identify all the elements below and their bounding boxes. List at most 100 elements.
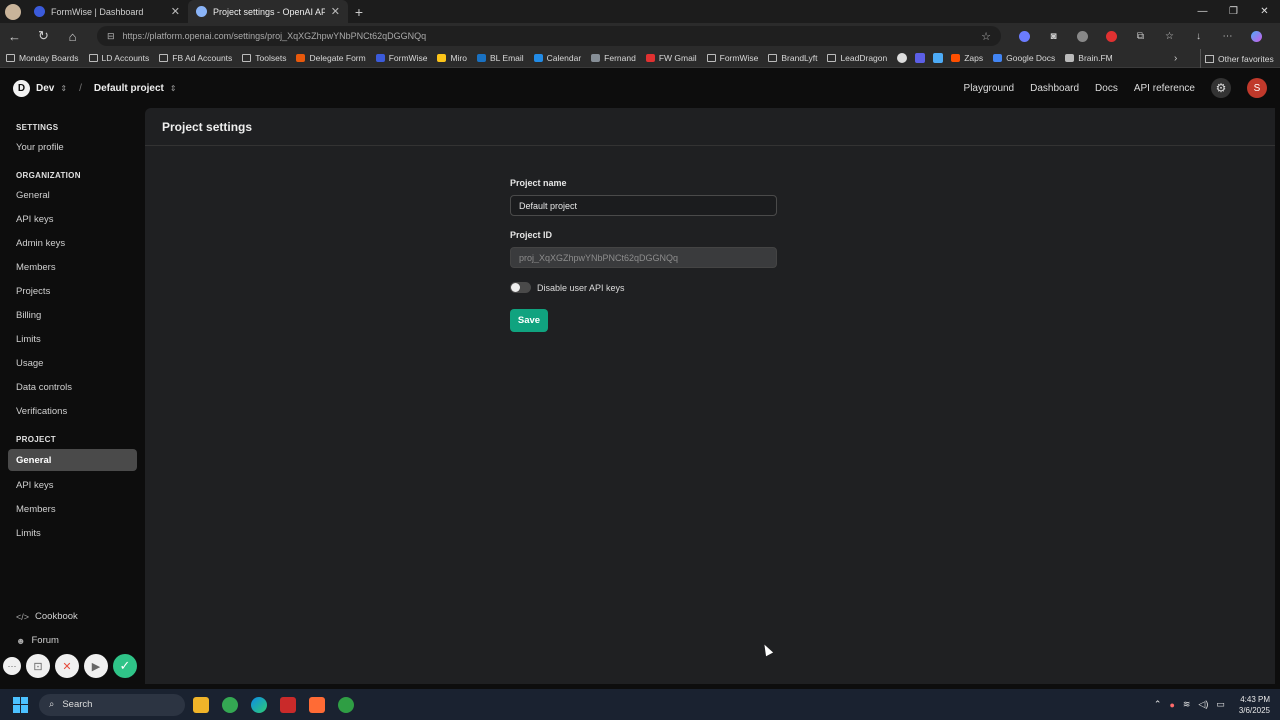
green-app-icon[interactable] xyxy=(338,696,354,713)
bookmark-label: Delegate Form xyxy=(309,53,366,63)
bookmark-monday-boards[interactable]: Monday Boards xyxy=(6,53,79,63)
monday-icon[interactable] xyxy=(309,696,325,713)
bookmarks-overflow-chevron-icon[interactable]: › xyxy=(1174,49,1177,68)
sidebar-item-org-api-keys[interactable]: API keys xyxy=(0,207,145,231)
bookmark-google-docs[interactable]: Google Docs xyxy=(993,53,1055,63)
sidebar-item-project-api-keys[interactable]: API keys xyxy=(0,473,145,497)
favorites-icon[interactable]: ☆ xyxy=(1155,26,1184,46)
sidebar-item-billing[interactable]: Billing xyxy=(0,303,145,327)
camera-icon[interactable]: ◙ xyxy=(1039,26,1068,46)
bookmark-toolsets[interactable]: Toolsets xyxy=(242,53,286,63)
bookmark-zaps[interactable]: Zaps xyxy=(951,53,983,63)
browser-tab-openai[interactable]: Project settings - OpenAI API ✕ xyxy=(188,0,348,23)
chrome-icon[interactable] xyxy=(222,696,238,713)
wifi-icon[interactable]: ≋ xyxy=(1183,699,1191,710)
chevron-updown-icon[interactable]: ⇕ xyxy=(60,84,67,93)
extension-icon[interactable] xyxy=(1068,26,1097,46)
bookmark-brandlyft[interactable]: BrandLyft xyxy=(768,53,817,63)
file-explorer-icon[interactable] xyxy=(193,696,209,713)
bookmark-fernand[interactable]: Fernand xyxy=(591,53,636,63)
sidebar-item-project-members[interactable]: Members xyxy=(0,497,145,521)
slash-bookmark-icon[interactable] xyxy=(933,53,944,63)
back-icon[interactable]: ← xyxy=(0,23,29,49)
bookmark-fw-gmail[interactable]: FW Gmail xyxy=(645,53,697,63)
chevron-updown-icon[interactable]: ⇕ xyxy=(170,84,177,93)
s-bookmark-icon[interactable] xyxy=(915,53,926,63)
nav-docs[interactable]: Docs xyxy=(1095,83,1118,94)
favorite-star-icon[interactable]: ☆ xyxy=(981,30,991,43)
nav-dashboard[interactable]: Dashboard xyxy=(1030,83,1079,94)
close-window-icon[interactable]: ✕ xyxy=(1249,0,1280,23)
sidebar-link-cookbook[interactable]: </> Cookbook xyxy=(16,611,78,622)
workspace-switcher[interactable]: Dev xyxy=(36,83,54,94)
windows-start-icon[interactable] xyxy=(13,696,29,713)
more-options-icon[interactable]: ⋯ xyxy=(3,657,21,675)
browser-profile-button[interactable] xyxy=(0,0,26,23)
sidebar-item-org-limits[interactable]: Limits xyxy=(0,327,145,351)
browser-tab-formwise[interactable]: FormWise | Dashboard ✕ xyxy=(26,0,188,23)
play-step-icon[interactable]: ▶ xyxy=(84,654,108,678)
more-menu-icon[interactable]: ⋯ xyxy=(1213,26,1242,46)
sidebar-item-usage[interactable]: Usage xyxy=(0,351,145,375)
copilot-icon[interactable] xyxy=(1242,26,1271,46)
bookmark-label: Brain.FM xyxy=(1078,53,1113,63)
bookmark-bl-email[interactable]: BL Email xyxy=(476,53,524,63)
sidebar-item-verifications[interactable]: Verifications xyxy=(0,399,145,423)
sidebar-item-admin-keys[interactable]: Admin keys xyxy=(0,231,145,255)
bookmark-leaddragon[interactable]: LeadDragon xyxy=(827,53,887,63)
volume-icon[interactable]: ◁) xyxy=(1198,699,1208,710)
bookmark-delegate-form[interactable]: Delegate Form xyxy=(296,53,366,63)
close-tab-icon[interactable]: ✕ xyxy=(171,5,180,18)
user-avatar[interactable]: S xyxy=(1247,78,1267,98)
site-info-icon[interactable]: ⊟ xyxy=(107,31,115,42)
sidebar-item-org-general[interactable]: General xyxy=(0,183,145,207)
home-icon[interactable]: ⌂ xyxy=(58,23,87,49)
bookmark-ld-accounts[interactable]: LD Accounts xyxy=(88,53,149,63)
bookmark-formwise[interactable]: FormWise xyxy=(375,53,427,63)
bookmark-formwise-folder[interactable]: FormWise xyxy=(706,53,758,63)
extensions-puzzle-icon[interactable]: ⧉ xyxy=(1126,26,1155,46)
chatgpt-bookmark-icon[interactable] xyxy=(897,53,908,63)
refresh-icon[interactable]: ↻ xyxy=(29,23,58,49)
taskbar-search[interactable]: ⌕ Search xyxy=(39,693,185,716)
address-bar[interactable]: ⊟ https://platform.openai.com/settings/p… xyxy=(97,26,1001,46)
settings-gear-icon[interactable]: ⚙ xyxy=(1211,78,1231,98)
sidebar-item-org-members[interactable]: Members xyxy=(0,255,145,279)
bookmark-calendar[interactable]: Calendar xyxy=(533,53,581,63)
sidebar-section-organization: ORGANIZATION xyxy=(16,171,81,180)
bookmark-fb-ad-accounts[interactable]: FB Ad Accounts xyxy=(159,53,232,63)
new-tab-button[interactable]: + xyxy=(348,0,370,23)
sidebar-link-forum[interactable]: ☻ Forum xyxy=(16,635,59,646)
edge-icon[interactable] xyxy=(251,696,267,713)
close-icon[interactable]: ✕ xyxy=(55,654,79,678)
bookmark-brain-fm[interactable]: Brain.FM xyxy=(1065,53,1113,63)
bookmark-miro[interactable]: Miro xyxy=(437,53,467,63)
sidebar-item-data-controls[interactable]: Data controls xyxy=(0,375,145,399)
nav-playground[interactable]: Playground xyxy=(964,83,1015,94)
close-tab-icon[interactable]: ✕ xyxy=(331,5,340,18)
project-switcher[interactable]: Default project xyxy=(94,83,164,94)
sidebar-item-your-profile[interactable]: Your profile xyxy=(0,135,145,159)
minimize-icon[interactable]: — xyxy=(1187,0,1218,23)
downloads-icon[interactable]: ↓ xyxy=(1184,26,1213,46)
check-icon[interactable]: ✓ xyxy=(113,654,137,678)
app-icon[interactable] xyxy=(280,696,296,713)
sidebar-item-project-general[interactable]: General xyxy=(8,449,137,471)
sidebar-item-projects[interactable]: Projects xyxy=(0,279,145,303)
taskbar-clock[interactable]: 4:43 PM 3/6/2025 xyxy=(1239,694,1270,716)
url-text[interactable]: https://platform.openai.com/settings/pro… xyxy=(123,31,974,41)
microphone-icon[interactable]: ● xyxy=(1169,700,1174,710)
restore-icon[interactable]: ❐ xyxy=(1218,0,1249,23)
project-name-input[interactable] xyxy=(510,195,777,216)
battery-icon[interactable]: ▭ xyxy=(1216,699,1225,710)
tray-overflow-chevron-icon[interactable]: ⌃ xyxy=(1154,699,1162,710)
nav-api-reference[interactable]: API reference xyxy=(1134,83,1195,94)
extension-icon[interactable] xyxy=(1010,26,1039,46)
screenshot-icon[interactable]: ⊡ xyxy=(26,654,50,678)
project-id-input[interactable] xyxy=(510,247,777,268)
disable-user-api-keys-toggle[interactable] xyxy=(510,282,531,293)
shield-extension-icon[interactable] xyxy=(1097,26,1126,46)
sidebar-item-project-limits[interactable]: Limits xyxy=(0,521,145,545)
save-button[interactable]: Save xyxy=(510,309,548,332)
other-favorites[interactable]: Other favorites xyxy=(1200,49,1274,68)
